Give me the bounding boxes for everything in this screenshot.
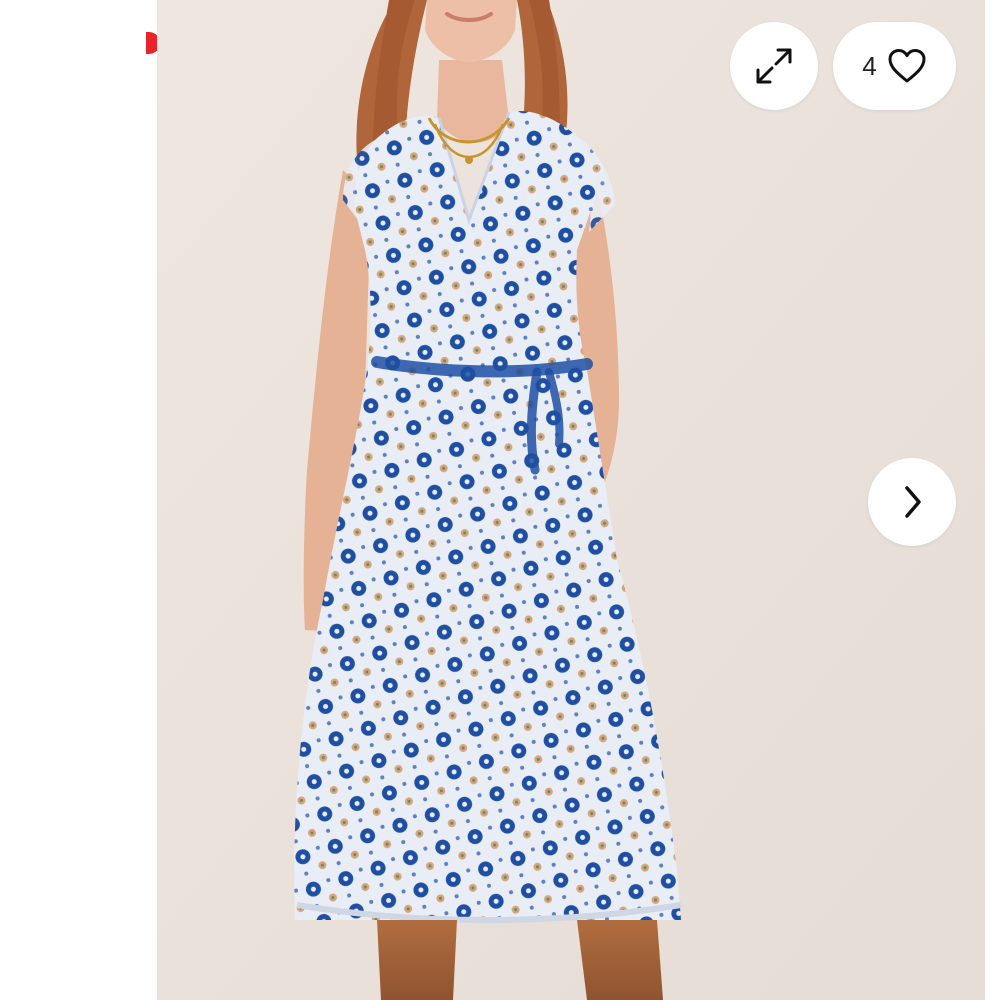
product-photo[interactable] bbox=[157, 0, 985, 1000]
right-edge bbox=[985, 0, 1000, 1000]
next-image-button[interactable] bbox=[868, 458, 956, 546]
chevron-right-icon bbox=[897, 484, 927, 520]
heart-outline-icon bbox=[887, 48, 927, 84]
expand-button[interactable] bbox=[730, 22, 818, 110]
like-count: 4 bbox=[862, 51, 877, 81]
expand-icon bbox=[752, 44, 796, 88]
left-panel bbox=[0, 0, 157, 1000]
like-button[interactable]: 4 bbox=[833, 22, 956, 110]
